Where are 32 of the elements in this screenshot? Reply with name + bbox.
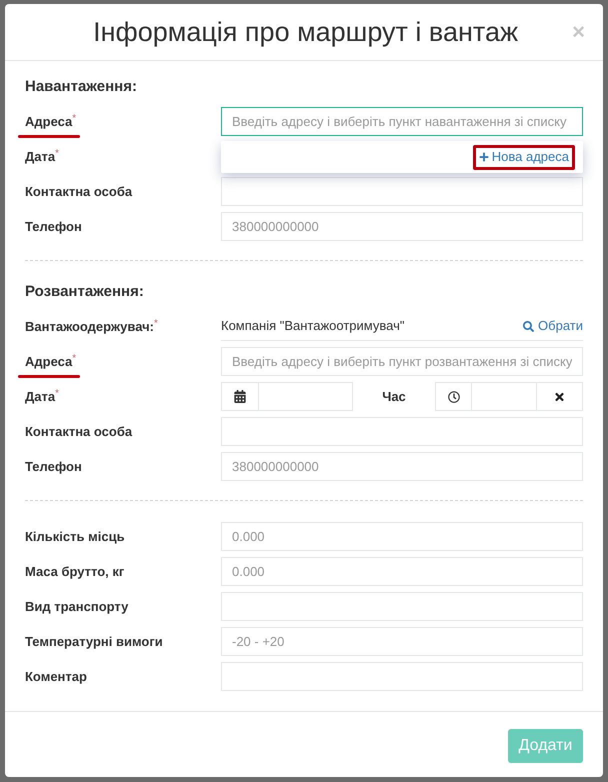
section-heading: Навантаження: xyxy=(25,76,137,97)
close-icon xyxy=(554,390,565,402)
field-label: Вантажоодержувач:$^{*}$ xyxy=(25,318,158,334)
company-name: Компанія "Вантажоотримувач" xyxy=(221,317,404,336)
field-label: Дата$^{*}$ xyxy=(25,388,59,404)
field-label: Кількість місць xyxy=(25,528,125,544)
field-label: Температурні вимоги xyxy=(25,634,163,648)
text-field[interactable]: Введіть адресу і виберіть пункт навантаження зі списку xyxy=(221,107,583,136)
clock-icon xyxy=(448,390,460,402)
field-label: Вид транспорту xyxy=(25,598,128,614)
field-label: Адреса$^{*}$ xyxy=(25,354,76,368)
field-label: Коментар xyxy=(25,668,87,684)
time-label: Час xyxy=(382,388,406,406)
field-label: Адреса$^{*}$ xyxy=(25,114,76,128)
plus-icon xyxy=(478,152,489,162)
field-label: Маса брутто, кг xyxy=(25,564,124,578)
clock-button[interactable] xyxy=(435,382,472,411)
search-icon xyxy=(523,320,534,332)
choose-link[interactable]: Обрати xyxy=(523,316,583,336)
clear-button[interactable] xyxy=(537,382,583,411)
field-label: Контактна особа xyxy=(25,184,132,198)
field-label: Телефон xyxy=(25,458,82,474)
field-label: Контактна особа xyxy=(25,424,132,438)
calendar-button[interactable] xyxy=(221,382,259,411)
field-label: Дата$^{*}$ xyxy=(25,148,59,164)
new-address-link[interactable]: Нова адреса xyxy=(472,144,575,170)
field-label: Телефон xyxy=(25,218,82,234)
time-field[interactable] xyxy=(472,382,537,411)
calendar-icon xyxy=(234,390,246,403)
date-field[interactable] xyxy=(259,382,353,411)
dialog-title: Інформація про маршрут і вантаж xyxy=(92,18,520,46)
section-heading: Розвантаження: xyxy=(25,282,144,302)
